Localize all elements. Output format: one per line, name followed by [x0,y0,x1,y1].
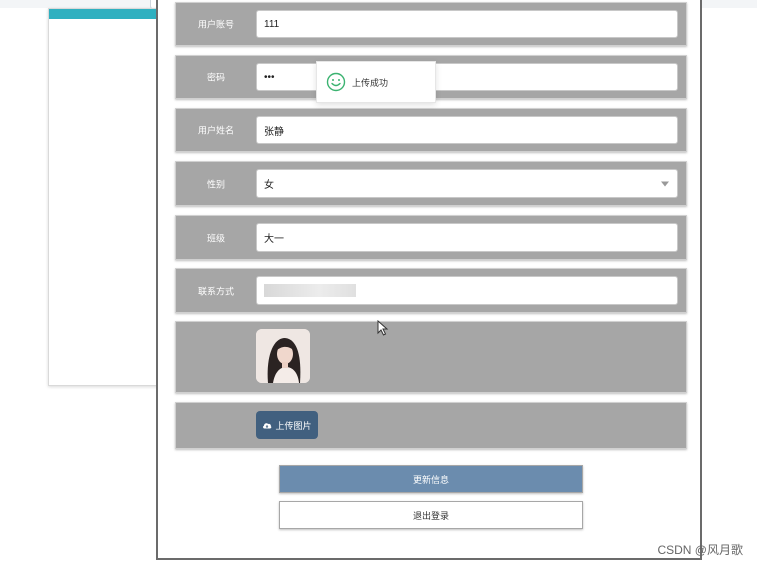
contact-label: 联系方式 [197,286,234,296]
mouse-cursor-icon [377,320,389,336]
chevron-down-icon[interactable] [661,181,669,186]
account-input[interactable]: 111 [256,10,678,38]
gender-row: 性别 女 [175,161,687,206]
name-label: 用户姓名 [197,125,234,136]
class-row: 班级 大一 [175,215,687,260]
upload-image-button[interactable]: 上传图片 [256,411,318,439]
class-label: 班级 [206,233,225,243]
portrait-photo-icon [256,329,310,383]
gender-label: 性别 [206,179,225,189]
watermark: CSDN @风月歌 [657,543,743,557]
smile-icon [326,72,346,92]
avatar-row [175,321,687,393]
account-label: 用户账号 [197,19,234,30]
avatar-image [256,329,310,383]
background-panel-header [49,9,161,19]
cloud-upload-icon [263,423,272,429]
gender-select[interactable]: 女 [256,169,678,198]
contact-input[interactable] [256,276,678,305]
success-toast: 上传成功 [316,61,436,103]
toast-message: 上传成功 [352,77,389,88]
class-input[interactable]: 大一 [256,223,678,252]
gender-select-value: 女 [264,180,274,191]
upload-image-label: 上传图片 [275,420,312,431]
update-info-button[interactable]: 更新信息 [279,465,583,493]
password-label: 密码 [206,72,225,83]
upload-row: 上传图片 [175,402,687,449]
name-row: 用户姓名 张静 [175,108,687,152]
account-row: 用户账号 111 [175,2,687,46]
background-panel [48,8,162,386]
contact-blurred-value [264,284,356,297]
logout-button[interactable]: 退出登录 [279,501,583,529]
contact-row: 联系方式 [175,268,687,313]
name-input[interactable]: 张静 [256,116,678,144]
